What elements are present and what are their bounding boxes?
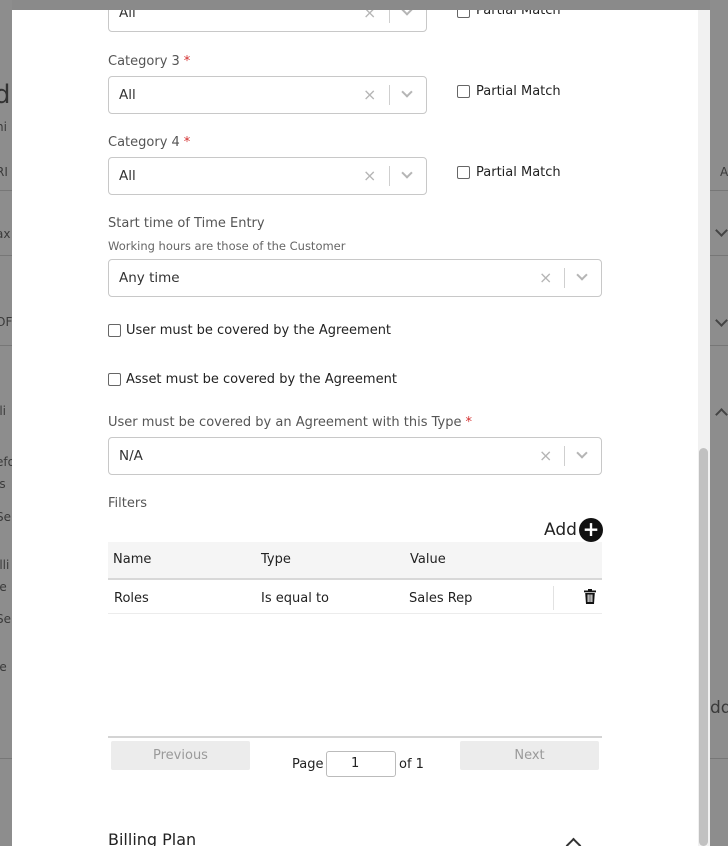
cell-divider bbox=[553, 586, 554, 610]
partial-match-label: Partial Match bbox=[476, 10, 561, 18]
clear-icon[interactable]: × bbox=[363, 85, 376, 104]
required-marker: * bbox=[183, 135, 191, 150]
background-left-strip: d hi RI ax OF lli efo is Se illi le Se i… bbox=[0, 0, 12, 846]
select-value: Any time bbox=[119, 270, 180, 286]
select-separator bbox=[389, 85, 390, 105]
asset-covered-checkbox[interactable] bbox=[108, 373, 121, 386]
required-marker: * bbox=[183, 54, 191, 69]
trash-icon[interactable] bbox=[584, 589, 596, 604]
start-time-select[interactable]: Any time × bbox=[108, 259, 602, 297]
start-time-label: Start time of Time Entry bbox=[108, 216, 265, 231]
cell-name: Roles bbox=[114, 591, 149, 606]
select-value: All bbox=[119, 87, 136, 103]
next-button[interactable]: Next bbox=[460, 741, 599, 770]
clear-icon[interactable]: × bbox=[363, 166, 376, 185]
bg-fragment: is bbox=[0, 477, 6, 491]
partial-match-label: Partial Match bbox=[476, 165, 561, 180]
chevron-down-icon[interactable] bbox=[576, 447, 588, 459]
bg-fragment: Se bbox=[0, 612, 11, 626]
plus-circle-icon: + bbox=[579, 518, 603, 542]
select-value: All bbox=[119, 168, 136, 184]
bg-divider bbox=[710, 345, 728, 346]
clear-icon[interactable]: × bbox=[539, 446, 552, 465]
bg-divider bbox=[710, 758, 728, 759]
category4-label: Category 4 * bbox=[108, 135, 191, 150]
required-marker: * bbox=[465, 415, 472, 430]
bg-fragment: A bbox=[720, 165, 728, 179]
category2-select[interactable]: All × bbox=[108, 10, 427, 32]
asset-covered-label: Asset must be covered by the Agreement bbox=[126, 372, 397, 387]
clear-icon[interactable]: × bbox=[363, 10, 376, 22]
bg-divider bbox=[710, 190, 728, 191]
bg-divider bbox=[0, 255, 12, 256]
pager-divider bbox=[108, 736, 602, 738]
cell-value: Sales Rep bbox=[409, 591, 473, 606]
select-separator bbox=[389, 10, 390, 23]
bg-fragment: le bbox=[0, 580, 7, 594]
add-label: Add bbox=[544, 520, 577, 540]
select-value: N/A bbox=[119, 448, 143, 464]
background-right-strip: A dd bbox=[710, 0, 728, 846]
bg-fragment: RI bbox=[0, 165, 8, 179]
bg-fragment: ax bbox=[0, 227, 11, 241]
category2-partial-match-checkbox[interactable] bbox=[457, 10, 470, 18]
category3-partial-match-checkbox[interactable] bbox=[457, 85, 470, 98]
scrollbar-thumb[interactable] bbox=[699, 448, 708, 846]
user-covered-label: User must be covered by the Agreement bbox=[126, 323, 392, 338]
page-label: Page bbox=[292, 757, 324, 772]
bg-fragment: hi bbox=[0, 120, 7, 134]
column-header-value: Value bbox=[410, 552, 446, 567]
select-separator bbox=[389, 166, 390, 186]
select-separator bbox=[564, 446, 565, 466]
table-header: Name Type Value bbox=[108, 542, 602, 580]
table-row: Roles Is equal to Sales Rep bbox=[108, 582, 602, 614]
chevron-down-icon[interactable] bbox=[576, 269, 588, 281]
user-covered-checkbox[interactable] bbox=[108, 324, 121, 337]
chevron-down-icon[interactable] bbox=[401, 86, 413, 98]
bg-fragment: ie bbox=[0, 660, 7, 674]
page-total-label: of 1 bbox=[399, 757, 424, 772]
select-value: All bbox=[119, 10, 136, 21]
column-header-name: Name bbox=[113, 552, 152, 567]
bg-divider bbox=[0, 190, 12, 191]
cell-type: Is equal to bbox=[261, 591, 329, 606]
select-separator bbox=[564, 268, 565, 288]
bg-fragment: illi bbox=[0, 558, 10, 572]
agreement-type-select[interactable]: N/A × bbox=[108, 437, 602, 475]
filters-label: Filters bbox=[108, 496, 147, 511]
agreement-type-label: User must be covered by an Agreement wit… bbox=[108, 415, 472, 430]
partial-match-label: Partial Match bbox=[476, 84, 561, 99]
category3-select[interactable]: All × bbox=[108, 76, 427, 114]
clear-icon[interactable]: × bbox=[539, 268, 552, 287]
chevron-down-icon bbox=[715, 224, 728, 237]
category4-partial-match-checkbox[interactable] bbox=[457, 166, 470, 179]
chevron-down-icon bbox=[715, 314, 728, 327]
bg-divider bbox=[0, 758, 12, 759]
chevron-up-icon[interactable] bbox=[565, 837, 582, 846]
bg-divider bbox=[710, 255, 728, 256]
bg-fragment: d bbox=[0, 80, 11, 110]
bg-divider bbox=[0, 345, 12, 346]
category3-label: Category 3 * bbox=[108, 54, 191, 69]
page-number-input[interactable]: 1 bbox=[326, 751, 396, 777]
chevron-up-icon bbox=[715, 408, 728, 421]
bg-fragment: Se bbox=[0, 510, 11, 524]
previous-button[interactable]: Previous bbox=[111, 741, 250, 770]
category4-select[interactable]: All × bbox=[108, 157, 427, 195]
column-header-type: Type bbox=[261, 552, 291, 567]
bg-fragment: dd bbox=[710, 698, 728, 718]
bg-fragment: efo bbox=[0, 455, 12, 469]
billing-plan-title: Billing Plan bbox=[108, 830, 197, 846]
chevron-down-icon[interactable] bbox=[401, 167, 413, 179]
bg-fragment: OF bbox=[0, 315, 12, 329]
chevron-down-icon[interactable] bbox=[401, 10, 413, 16]
bg-fragment: lli bbox=[0, 404, 7, 418]
start-time-hint: Working hours are those of the Customer bbox=[108, 239, 346, 253]
modal-dialog: All × Partial Match Category 3 * All × Pa… bbox=[12, 10, 710, 846]
